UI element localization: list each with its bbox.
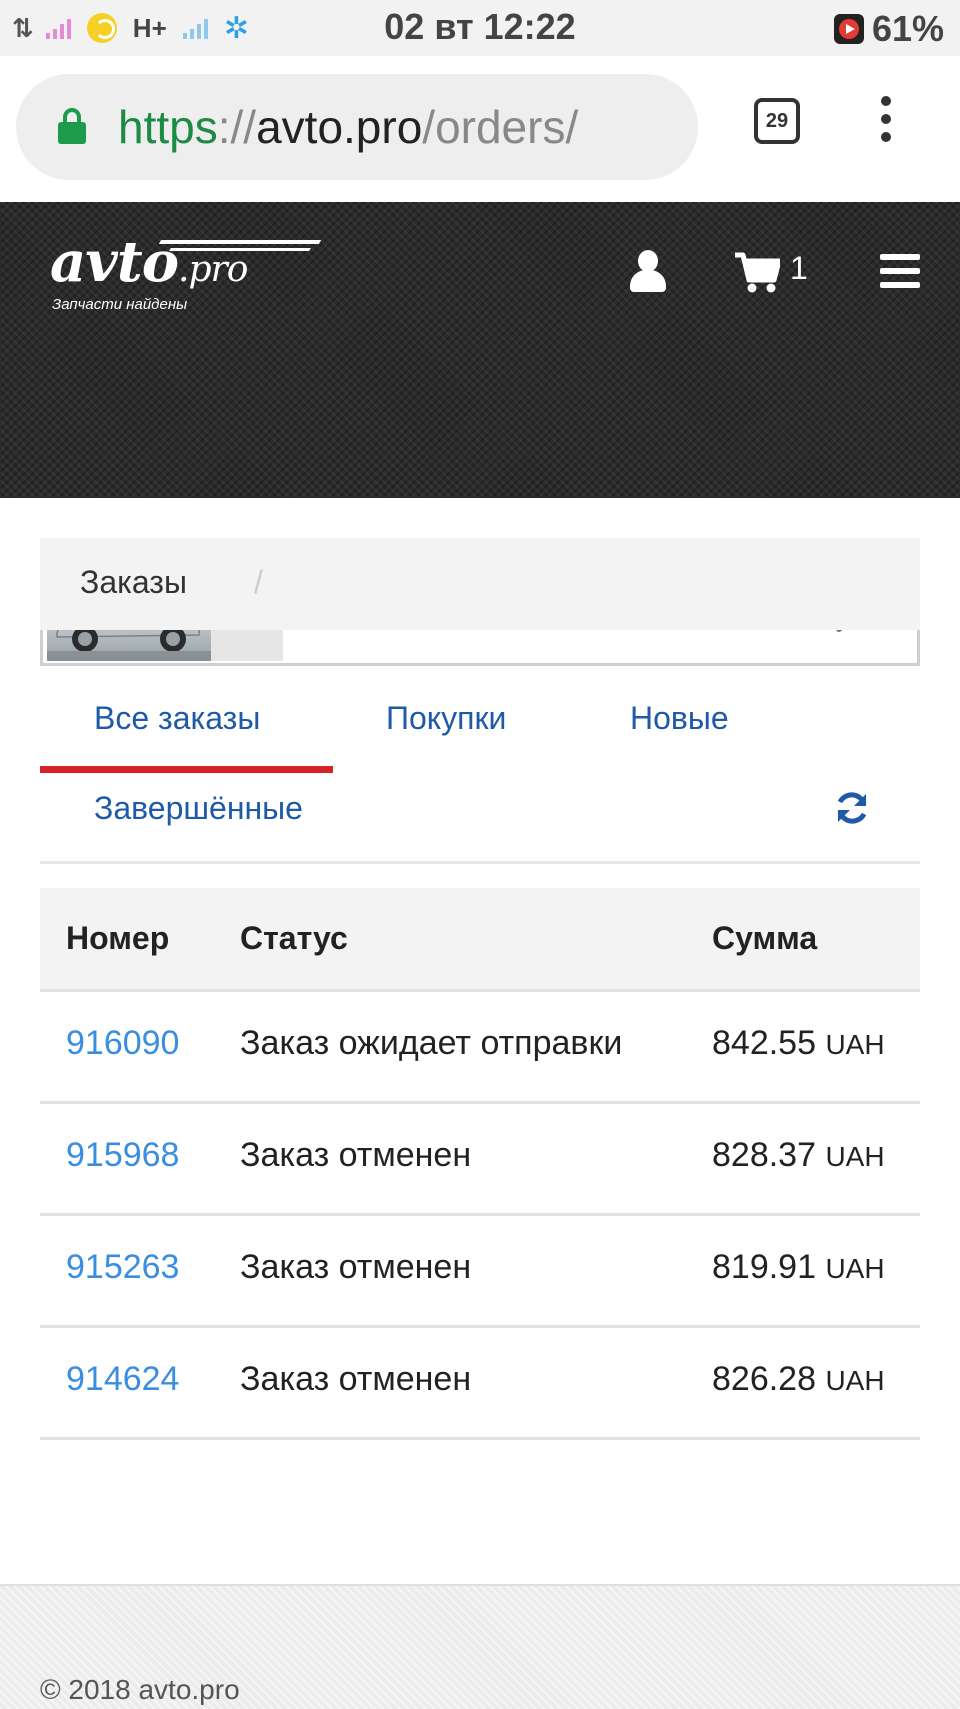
tab-purchases[interactable]: Покупки <box>386 700 506 737</box>
order-status: Заказ отменен <box>240 1136 472 1174</box>
cart-count[interactable]: 1 <box>790 250 808 287</box>
site-header: avto.pro Запчасти найдены 1 <box>0 202 960 666</box>
order-status: Заказ отменен <box>240 1360 472 1398</box>
order-amount: 826.28 UAH <box>712 1360 885 1398</box>
order-number-link[interactable]: 914624 <box>66 1360 179 1399</box>
order-amount: 819.91 UAH <box>712 1248 885 1286</box>
table-header: Номер Статус Сумма <box>40 888 920 992</box>
column-header-number[interactable]: Номер <box>66 920 169 957</box>
tab-switcher-button[interactable]: 29 <box>754 98 800 144</box>
site-logo[interactable]: avto.pro Запчасти найдены <box>50 234 322 313</box>
tab-new[interactable]: Новые <box>630 700 729 737</box>
table-row: 915968 Заказ отменен 828.37 UAH <box>40 1104 920 1216</box>
lock-icon[interactable] <box>58 108 86 144</box>
address-bar[interactable]: https://avto.pro/orders/ <box>16 74 698 180</box>
copyright-text: © 2018 avto.pro <box>40 1674 240 1705</box>
refresh-icon[interactable] <box>834 790 870 826</box>
browser-menu-icon[interactable] <box>876 96 896 150</box>
order-amount: 842.55 UAH <box>712 1024 885 1062</box>
breadcrumb-orders[interactable]: Заказы <box>80 564 187 601</box>
order-status: Заказ отменен <box>240 1248 472 1286</box>
status-right: 61% <box>833 8 944 50</box>
table-row: 916090 Заказ ожидает отправки 842.55 UAH <box>40 992 920 1104</box>
hamburger-menu-icon[interactable] <box>880 254 920 288</box>
breadcrumb: Заказы / <box>40 538 920 630</box>
battery-level: 61% <box>871 8 944 49</box>
column-header-status[interactable]: Статус <box>240 920 348 957</box>
order-amount: 828.37 UAH <box>712 1136 885 1174</box>
tab-all-orders[interactable]: Все заказы <box>94 700 260 737</box>
table-row: 915263 Заказ отменен 819.91 UAH <box>40 1216 920 1328</box>
browser-toolbar: https://avto.pro/orders/ 29 <box>0 56 960 202</box>
user-icon[interactable] <box>630 250 666 294</box>
active-tab-indicator <box>40 766 333 773</box>
column-header-amount[interactable]: Сумма <box>712 920 817 957</box>
status-bar: ⇅ H+ ✲ 02 вт 12:22 61% <box>0 0 960 56</box>
breadcrumb-separator: / <box>254 564 263 600</box>
table-row: 914624 Заказ отменен 826.28 UAH <box>40 1328 920 1440</box>
order-number-link[interactable]: 915263 <box>66 1248 179 1287</box>
order-number-link[interactable]: 915968 <box>66 1136 179 1175</box>
cart-icon[interactable] <box>734 252 780 294</box>
order-number-link[interactable]: 916090 <box>66 1024 179 1063</box>
url-text[interactable]: https://avto.pro/orders/ <box>118 100 578 154</box>
site-footer: © 2018 avto.pro <box>0 1584 960 1709</box>
status-time: 02 вт 12:22 <box>384 6 576 47</box>
screen-recorder-icon <box>833 14 864 44</box>
tab-completed[interactable]: Завершённые <box>94 790 303 827</box>
tabs-divider <box>40 861 920 864</box>
order-status: Заказ ожидает отправки <box>240 1024 623 1062</box>
logo-tagline: Запчасти найдены <box>52 296 188 313</box>
